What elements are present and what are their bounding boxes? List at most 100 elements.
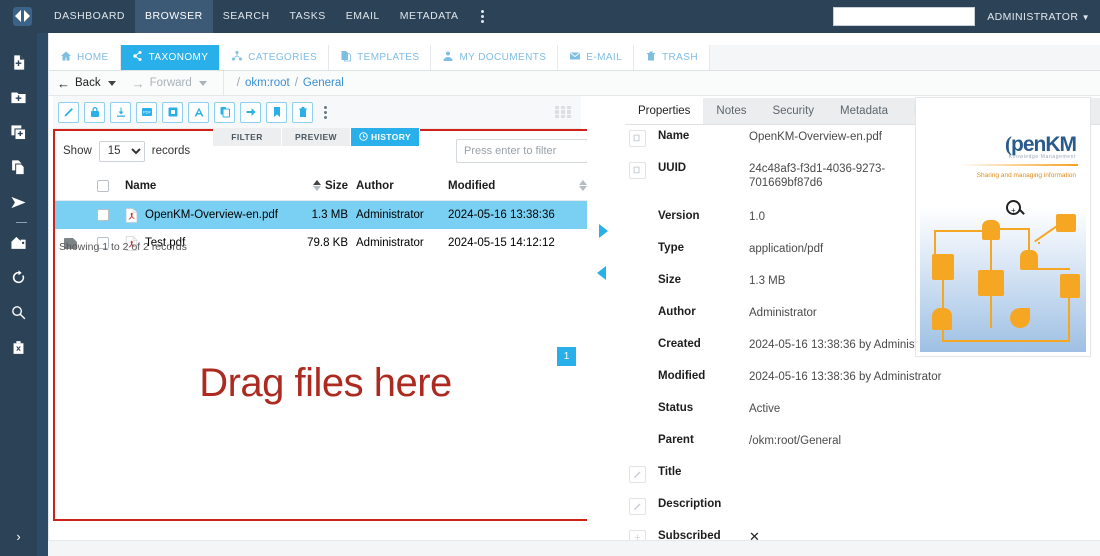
copy-value-button[interactable] [629,130,646,147]
property-row-spacer [629,434,646,451]
pdf-button[interactable]: PDF [136,101,157,123]
edit-button[interactable] [58,101,79,123]
mini-tab-history[interactable]: HISTORY [351,128,420,146]
column-header-author[interactable]: Author [356,180,448,192]
nav-tasks[interactable]: TASKS [280,0,336,33]
property-row-description: Description [625,493,1100,525]
primary-nav: DASHBOARD BROWSER SEARCH TASKS EMAIL MET… [44,0,496,33]
back-button[interactable]: ← Back [49,76,124,91]
user-menu[interactable]: ADMINISTRATOR ▼ [987,11,1090,23]
edit-description-button[interactable] [629,498,646,515]
user-icon [442,50,454,65]
column-header-name[interactable]: Name [121,180,284,192]
home-folder-icon[interactable] [0,225,37,260]
module-tab-email[interactable]: E-MAIL [558,45,635,70]
search-icon[interactable] [0,295,37,330]
download-button[interactable] [110,101,131,123]
sort-arrows-icon[interactable] [312,180,321,191]
forward-button[interactable]: → Forward [124,76,215,91]
property-label: Type [658,242,684,254]
pagination-page-1[interactable]: 1 [557,347,576,366]
nav-search[interactable]: SEARCH [213,0,280,33]
top-header-bar: DASHBOARD BROWSER SEARCH TASKS EMAIL MET… [0,0,1100,33]
triangle-right-icon[interactable] [599,224,608,238]
trash-icon[interactable] [0,330,37,365]
sort-arrows-icon[interactable] [579,180,587,191]
tab-metadata[interactable]: Metadata [827,98,901,124]
copy-value-button[interactable] [629,162,646,179]
pdf-icon: PDF [141,108,152,116]
grid-view-icon[interactable] [555,105,571,119]
row-name-cell[interactable]: OpenKM-Overview-en.pdf [121,207,284,223]
breadcrumb-item-root[interactable]: okm:root [245,77,290,89]
nav-email[interactable]: EMAIL [336,0,390,33]
select-all-cell [85,179,121,192]
property-label: Name [658,130,690,142]
property-label: Version [658,210,700,222]
breadcrumb-toolbar: ← Back → Forward / okm:root / General [49,70,1100,96]
forward-dropdown-caret-icon[interactable] [198,80,207,86]
column-header-modified[interactable]: Modified [448,180,570,192]
module-tab-trash[interactable]: TRASH [634,45,710,70]
bottom-strip [48,540,1100,556]
kebab-menu-icon[interactable] [318,102,332,123]
kebab-menu-icon[interactable] [469,0,496,33]
module-tab-templates[interactable]: TEMPLATES [329,45,432,70]
document-thumbnail[interactable]: (penKM Knowledge Management Sharing and … [915,97,1091,357]
page-size-select[interactable]: 152550100 [98,140,145,162]
file-drop-zone[interactable]: FILTER PREVIEW HISTORY Show 152550100 [53,128,598,521]
add-folder-icon[interactable] [0,80,37,115]
refresh-icon[interactable] [0,260,37,295]
column-header-size[interactable]: Size [284,180,356,192]
categories-icon [231,50,243,65]
copy-button[interactable] [214,101,235,123]
back-label: Back [75,77,101,89]
property-row-spacer [629,210,646,227]
search-input[interactable] [833,7,976,26]
add-record-icon[interactable] [0,115,37,150]
module-tab-categories[interactable]: CATEGORIES [220,45,330,70]
mini-tab-filter[interactable]: FILTER [213,128,282,146]
delete-button[interactable] [292,101,313,123]
app-logo[interactable] [0,0,44,33]
property-row-parent: Parent /okm:root/General [625,429,1100,461]
module-tab-label: TRASH [662,52,698,63]
copy-icon[interactable] [0,150,37,185]
table-header-row: Name Size Author Modified [55,171,596,201]
svg-text:PDF: PDF [143,110,152,115]
breadcrumb-item-general[interactable]: General [303,77,344,89]
table-row[interactable]: OpenKM-Overview-en.pdf 1.3 MB Administra… [55,201,596,229]
nav-dashboard[interactable]: DASHBOARD [44,0,135,33]
tab-properties[interactable]: Properties [625,98,704,124]
rail-expand-button[interactable]: › [16,529,20,544]
row-checkbox[interactable] [97,209,109,221]
back-dropdown-caret-icon[interactable] [107,80,116,86]
add-document-icon[interactable] [0,45,37,80]
row-select-cell [85,209,121,221]
records-label: records [151,145,191,157]
add-note-button[interactable] [162,101,183,123]
mini-tab-label: PREVIEW [294,132,337,142]
signature-button[interactable] [188,101,209,123]
property-value: 24c48af3-f3d1-4036-9273-701669bf87d6 [749,163,886,189]
send-icon[interactable] [0,185,37,220]
edit-title-button[interactable] [629,466,646,483]
module-tab-taxonomy[interactable]: TAXONOMY [120,45,221,70]
pencil-icon [64,108,73,117]
mini-tab-preview[interactable]: PREVIEW [282,128,351,146]
header-right-group: ADMINISTRATOR ▼ [833,7,1100,26]
module-tab-home[interactable]: HOME [49,45,121,70]
tab-security[interactable]: Security [759,98,827,124]
lock-button[interactable] [84,101,105,123]
nav-browser[interactable]: BROWSER [135,0,213,33]
module-tab-my-documents[interactable]: MY DOCUMENTS [431,45,559,70]
nav-metadata[interactable]: METADATA [390,0,469,33]
download-icon [116,107,125,117]
filter-input[interactable] [456,139,588,163]
triangle-left-icon[interactable] [597,266,606,280]
select-all-checkbox[interactable] [97,179,109,192]
move-button[interactable] [240,101,261,123]
bookmark-button[interactable] [266,101,287,123]
tab-notes[interactable]: Notes [703,98,759,124]
thumbnail-brand-text: penKM [1011,133,1077,156]
